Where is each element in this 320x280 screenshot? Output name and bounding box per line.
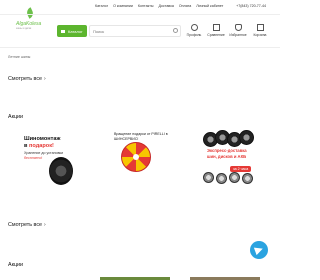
- chevron-right-icon: ›: [44, 222, 46, 228]
- header-divider: [0, 14, 280, 15]
- banner2-line2: ШИНСЕРВИС!: [114, 137, 139, 141]
- logo-tagline: шины и диски: [16, 27, 32, 30]
- rims-image: [203, 172, 256, 184]
- favorites-label: Избранное: [229, 33, 247, 37]
- telegram-icon[interactable]: [250, 241, 268, 259]
- profile-button[interactable]: Профиль: [184, 24, 204, 37]
- nav-delivery[interactable]: Доставка: [158, 4, 173, 8]
- cart-label: Корзина: [253, 33, 267, 37]
- breadcrumb[interactable]: Летние шины: [8, 55, 30, 59]
- banner3-line1: Экспресс-доставка: [207, 148, 247, 153]
- compare-icon: [212, 24, 220, 31]
- promo-banner-pirelli[interactable]: Вращение подарки от PIRELLI в ШИНСЕРВИС!: [114, 130, 168, 184]
- profile-label: Профиль: [186, 33, 202, 37]
- search-input[interactable]: [89, 25, 181, 37]
- compare-button[interactable]: Сравнение: [206, 24, 226, 37]
- banner1-line1: Шиномонтаж: [24, 136, 61, 142]
- banner1-line2: в подарок!: [24, 143, 54, 149]
- header-bottom-divider: [0, 47, 280, 48]
- chevron-right-icon: ›: [44, 76, 46, 82]
- fortune-wheel-image: [121, 142, 151, 172]
- tires-image: [203, 130, 256, 148]
- nav-about[interactable]: О компании: [113, 4, 133, 8]
- promo-heading-1: Акции: [8, 114, 24, 120]
- favorites-button[interactable]: Избранное: [228, 24, 248, 37]
- promo-banner-delivery[interactable]: Экспресс-доставка шин, дисков и АКБ за 2…: [203, 130, 256, 184]
- see-all-link-1[interactable]: Смотреть все ›: [8, 76, 46, 82]
- banner1-line3: Хранение до установки: [24, 151, 64, 155]
- cart-button[interactable]: Корзина: [250, 24, 270, 37]
- catalog-button[interactable]: Каталог: [57, 25, 87, 37]
- phone-number[interactable]: +7(843) 720-77-44: [236, 4, 266, 8]
- tire-image: [49, 157, 73, 185]
- see-all-label-2: Смотреть все: [8, 222, 43, 228]
- site-logo[interactable]: AlgaKolesa шины и диски: [14, 2, 44, 34]
- nav-catalog[interactable]: Каталог: [95, 4, 108, 8]
- catalog-button-label: Каталог: [68, 28, 83, 34]
- top-nav: Каталог О компании Контакты Доставка Опл…: [95, 4, 223, 8]
- heart-icon: [234, 24, 242, 31]
- cart-icon: [256, 24, 264, 31]
- nav-account[interactable]: Личный кабинет: [196, 4, 223, 8]
- compare-label: Сравнение: [207, 33, 225, 37]
- banner1-line4: бесплатно!: [24, 156, 43, 160]
- nav-contacts[interactable]: Контакты: [138, 4, 154, 8]
- menu-icon: [61, 29, 65, 33]
- promo-heading-2: Акции: [8, 262, 24, 268]
- banner2-line1: Вращение подарки от PIRELLI в: [114, 132, 168, 136]
- banner3-line2: шин, дисков и АКБ: [207, 154, 247, 159]
- search-icon[interactable]: [173, 28, 178, 33]
- leaf-logo-icon: [25, 7, 35, 19]
- promo-banner-tire-fitting[interactable]: Шиномонтаж в подарок! Хранение до устано…: [24, 130, 77, 185]
- nav-payment[interactable]: Оплата: [179, 4, 191, 8]
- user-icon: [190, 24, 198, 31]
- see-all-link-2[interactable]: Смотреть все ›: [8, 222, 46, 228]
- see-all-label-1: Смотреть все: [8, 76, 43, 82]
